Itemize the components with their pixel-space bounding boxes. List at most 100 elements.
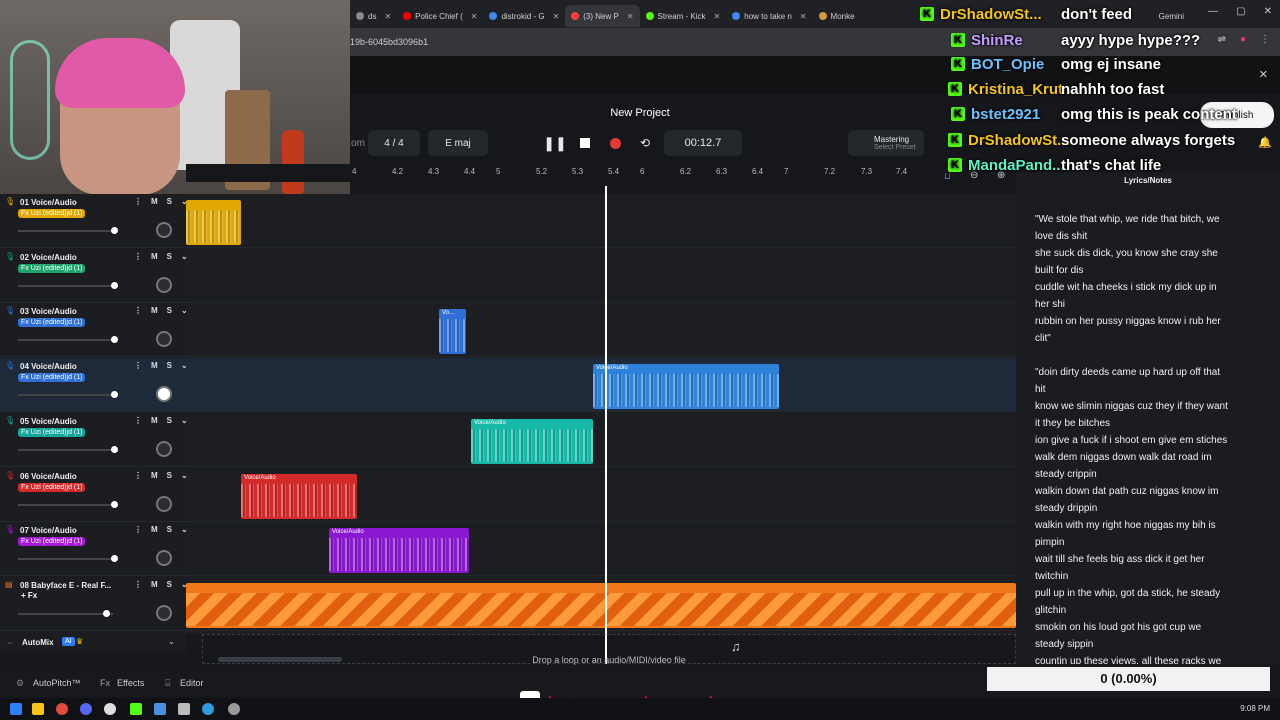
track-fx-chip[interactable]: Fx Uzi (edited)jd (1) (18, 209, 86, 218)
track-header[interactable]: 🎙 07 Voice/Audio Fx Uzi (edited)jd (1) ⋮MS⌄ (0, 522, 188, 577)
close-icon[interactable]: ✕ (627, 12, 634, 21)
close-icon[interactable]: ✕ (384, 12, 391, 21)
volume-knob[interactable] (103, 609, 110, 617)
pan-knob[interactable] (156, 495, 172, 512)
track-name[interactable]: 04 Voice/Audio (20, 362, 77, 371)
obs-icon[interactable] (104, 703, 116, 715)
key-selector[interactable]: E maj (428, 130, 488, 156)
track-header[interactable]: 🎙 03 Voice/Audio Fx Uzi (edited)jd (1) ⋮MS⌄ (0, 303, 188, 358)
track-fx-chip[interactable]: Fx Uzi (edited)jd (1) (18, 427, 86, 437)
editor-tab[interactable]: Editor (180, 678, 204, 688)
track-name[interactable]: 03 Voice/Audio (20, 307, 77, 316)
track-fx-chip[interactable]: Fx Uzi (edited)jd (1) (18, 482, 86, 492)
windows-start-icon[interactable] (10, 703, 22, 715)
track-fx-chip[interactable]: Fx Uzi (edited)jd (1) (18, 263, 86, 273)
track-fx-chip[interactable]: Fx Uzi (edited)jd (1) (18, 318, 86, 328)
track-name[interactable]: 05 Voice/Audio (20, 417, 77, 426)
mastering-button[interactable]: Mastering Select Preset (848, 130, 924, 156)
track-header[interactable]: 🎙 05 Voice/Audio Fx Uzi (edited)jd (1) ⋮MS⌄ (0, 413, 188, 467)
volume-knob[interactable] (111, 336, 118, 344)
project-title[interactable]: New Project (600, 107, 680, 119)
track-name[interactable]: 06 Voice/Audio (20, 472, 77, 481)
pan-knob[interactable] (156, 386, 172, 403)
audio-clip[interactable]: Voice/Audio (471, 418, 593, 464)
time-signature[interactable]: 4 / 4 (368, 130, 420, 156)
track-lane[interactable] (186, 194, 1016, 248)
record-button[interactable] (602, 130, 628, 156)
volume-slider[interactable] (18, 336, 118, 344)
browser-tab[interactable]: how to take n ✕ (726, 5, 812, 27)
track-header[interactable]: ▤ 08 Babyface E - Real F... + Fx ⋮MS⌄ (0, 577, 188, 631)
pan-knob[interactable] (156, 440, 172, 457)
volume-knob[interactable] (111, 555, 118, 563)
track-fx-chip[interactable]: + Fx (18, 590, 40, 601)
file-explorer-icon[interactable] (32, 703, 44, 715)
loop-button[interactable]: ⟲ (632, 130, 658, 156)
autopitch-tab[interactable]: AutoPitch™ (33, 678, 81, 688)
track-fx-chip[interactable]: Fx Uzi (edited)jd (1) (18, 373, 86, 383)
volume-slider[interactable] (18, 609, 113, 617)
browser-tab-active[interactable]: (3) New P ✕ (565, 5, 640, 27)
browser-icon[interactable] (202, 703, 214, 715)
audio-clip[interactable]: Voice/Audio (593, 364, 779, 410)
track-header[interactable]: 🎙 06 Voice/Audio Fx Uzi (edited)jd (1) ⋮MS⌄ (0, 468, 188, 522)
pan-knob[interactable] (156, 331, 172, 348)
volume-slider[interactable] (18, 391, 118, 399)
settings-icon[interactable] (228, 703, 240, 715)
track-lane[interactable] (186, 303, 1016, 358)
volume-slider[interactable] (18, 281, 118, 289)
track-name[interactable]: 08 Babyface E - Real F... (20, 581, 111, 590)
volume-slider[interactable] (18, 500, 118, 508)
volume-slider[interactable] (18, 555, 118, 563)
chrome-icon[interactable] (56, 703, 68, 715)
timeline-ruler[interactable]: 4 4.2 4.3 4.4 5 5.2 5.3 5.4 6 6.2 6.3 6.4 7 7.2 7.3 7.4 (186, 164, 1016, 182)
volume-knob[interactable] (111, 227, 118, 234)
stop-button[interactable] (572, 130, 598, 156)
close-icon[interactable]: ✕ (471, 12, 478, 21)
timeline-area[interactable]: Vo... Voice/Audio Voice/Audio Voice/Audio Vo… (186, 194, 1016, 634)
track-name[interactable]: 07 Voice/Audio (20, 526, 77, 535)
audio-clip[interactable] (186, 200, 241, 245)
close-icon[interactable]: ✕ (553, 12, 560, 21)
browser-tab[interactable]: ds ✕ (350, 5, 397, 27)
playhead[interactable] (605, 186, 607, 664)
notepad-icon[interactable] (154, 703, 166, 715)
audio-clip[interactable] (186, 582, 1016, 628)
track-lane[interactable] (186, 522, 1016, 577)
audio-clip[interactable]: Voice/Audio (241, 473, 357, 519)
volume-knob[interactable] (111, 281, 118, 289)
volume-knob[interactable] (111, 391, 118, 399)
discord-icon[interactable] (80, 703, 92, 715)
volume-slider[interactable] (18, 227, 118, 234)
pan-knob[interactable] (156, 222, 172, 238)
track-header[interactable]: 🎙 02 Voice/Audio Fx Uzi (edited)jd (1) ⋮MS⌄ (0, 249, 188, 303)
pan-knob[interactable] (156, 276, 172, 293)
browser-tab[interactable]: Stream - Kick ✕ (640, 5, 727, 27)
track-lane[interactable] (186, 249, 1016, 303)
effects-tab[interactable]: Effects (117, 678, 144, 688)
track-lane[interactable] (186, 413, 1016, 467)
volume-slider[interactable] (18, 445, 118, 453)
horizontal-scrollbar[interactable] (218, 657, 342, 662)
lyrics-panel[interactable]: Lyrics/Notes "We stole that whip, we rid… (1016, 172, 1280, 664)
close-icon[interactable]: ✕ (714, 12, 721, 21)
lyrics-text[interactable]: "We stole that whip, we ride that bitch,… (1016, 185, 1280, 664)
audio-clip[interactable]: Vo... (439, 309, 466, 355)
track-header[interactable]: 🎙 04 Voice/Audio Fx Uzi (edited)jd (1) ⋮MS⌄ (0, 358, 188, 413)
track-name[interactable]: 01 Voice/Audio (20, 198, 77, 207)
track-header[interactable]: 🎙 01 Voice/Audio Fx Uzi (edited)jd (1) ⋮MS⌄ (0, 194, 188, 248)
automix-bar[interactable]: ⇔ AutoMix AI ♛ ⌄ (0, 634, 186, 652)
pause-button[interactable]: ❚❚ (540, 130, 570, 156)
pan-knob[interactable] (156, 550, 172, 567)
close-icon[interactable]: ✕ (800, 12, 807, 21)
kick-app-icon[interactable] (130, 703, 142, 715)
browser-tab[interactable]: Monke (813, 5, 861, 27)
volume-knob[interactable] (111, 445, 118, 453)
browser-tab[interactable]: Police Chief (✕ (397, 5, 483, 27)
pan-knob[interactable] (156, 604, 172, 621)
track-name[interactable]: 02 Voice/Audio (20, 253, 77, 262)
chevron-down-icon[interactable]: ⌄ (168, 637, 175, 646)
audio-clip[interactable]: Voice/Audio (329, 528, 469, 574)
browser-tab[interactable]: distrokid - G ✕ (483, 5, 565, 27)
capcut-icon[interactable] (178, 703, 190, 715)
